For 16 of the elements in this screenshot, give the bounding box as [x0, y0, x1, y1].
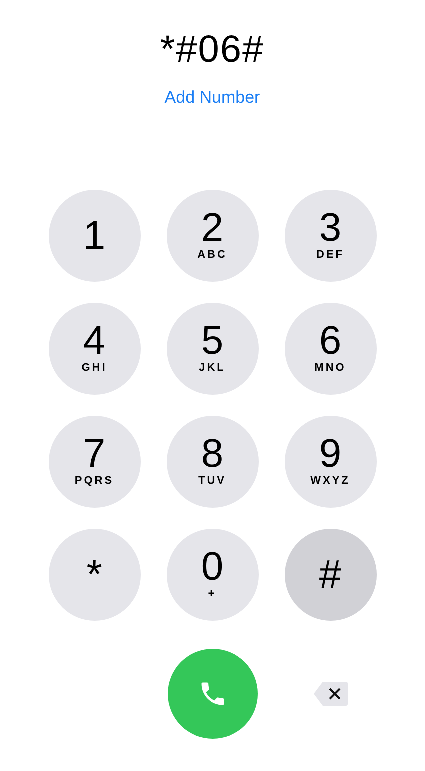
dial-key[interactable]: 3 DEF: [284, 190, 376, 282]
dial-key[interactable]: 6 MNO: [284, 303, 376, 395]
dial-key[interactable]: *: [48, 529, 140, 621]
dial-key[interactable]: 0 +: [166, 529, 258, 621]
dial-key[interactable]: 8 TUV: [166, 416, 258, 508]
dial-key[interactable]: 4 GHI: [48, 303, 140, 395]
dial-key[interactable]: 2 ABC: [166, 190, 258, 282]
dial-key[interactable]: 1: [48, 190, 140, 282]
add-number-link[interactable]: Add Number: [160, 86, 264, 110]
backspace-icon: [312, 681, 348, 707]
delete-button[interactable]: [312, 681, 348, 707]
dial-key[interactable]: #: [284, 529, 376, 621]
dial-key[interactable]: 9 WXYZ: [284, 416, 376, 508]
dial-key[interactable]: 7 PQRS: [48, 416, 140, 508]
dial-key[interactable]: 5 JKL: [166, 303, 258, 395]
dialed-number: *#06#: [160, 28, 265, 72]
